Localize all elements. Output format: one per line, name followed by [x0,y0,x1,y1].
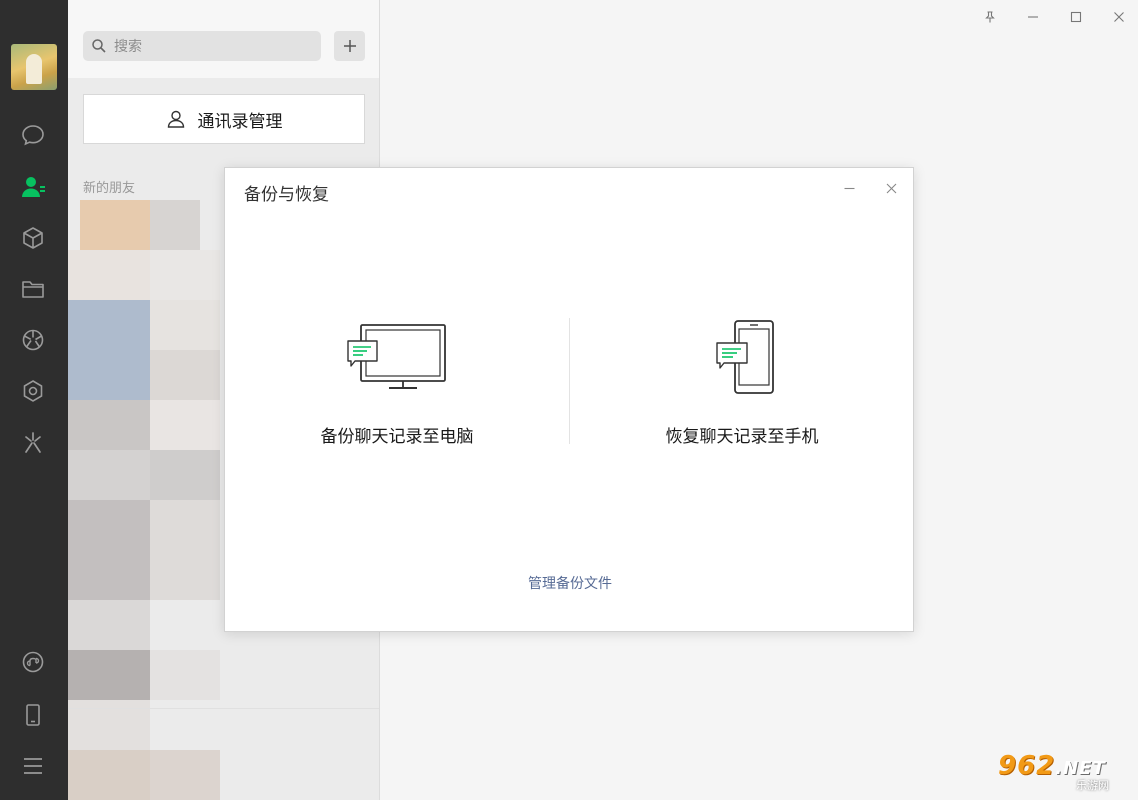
dialog-title: 备份与恢复 [244,185,329,205]
search-discover-icon[interactable] [19,428,47,456]
computer-chat-icon [345,308,449,408]
close-window-button[interactable] [1108,6,1130,28]
chat-icon[interactable] [19,121,47,149]
blurred-avatar [68,750,150,800]
files-icon[interactable] [19,275,47,303]
blurred-region [150,400,220,450]
contacts-manage-label: 通讯录管理 [197,111,283,132]
pin-window-button[interactable] [979,6,1001,28]
watermark-suffix: .NET [1055,757,1106,779]
blurred-region [150,350,220,400]
dialog-minimize-button[interactable] [839,178,859,198]
close-icon [886,183,896,193]
blurred-region [150,450,220,500]
blurred-region [150,500,220,600]
blurred-region [150,750,220,800]
miniprogram-panel-icon[interactable] [19,648,47,676]
watermark-sub: 乐游网 [1076,778,1109,792]
blurred-region [68,400,150,450]
blurred-region [150,650,220,700]
avatar[interactable] [11,44,57,90]
manage-backup-files-link[interactable]: 管理备份文件 [225,573,915,593]
search-icon [92,39,106,53]
pin-icon [985,11,995,23]
restore-to-phone-label: 恢复聊天记录至手机 [665,427,819,447]
watermark-number: 962 [998,750,1056,781]
blurred-region [68,600,150,650]
blurred-region [68,250,150,300]
blurred-region [150,200,200,250]
watermark-logo: 962.NET [998,753,1106,780]
nav-sidebar [0,0,68,800]
blurred-avatar [68,300,150,400]
minimize-icon [1028,16,1038,18]
list-divider [68,708,379,709]
search-placeholder: 搜索 [114,39,142,55]
miniprogram-icon[interactable] [19,377,47,405]
site-watermark: 962.NET 乐游网 [998,752,1130,794]
dialog-close-button[interactable] [881,178,901,198]
favorites-icon[interactable] [19,224,47,252]
menu-icon[interactable] [19,752,47,780]
minimize-window-button[interactable] [1022,6,1044,28]
plus-icon [343,40,356,52]
restore-to-phone-option[interactable]: 恢复聊天记录至手机 [570,308,914,468]
blurred-region [68,450,150,500]
blurred-avatar [80,200,150,250]
blurred-region [68,500,150,600]
blurred-region [150,300,220,350]
phone-icon[interactable] [19,701,47,729]
backup-to-pc-option[interactable]: 备份聊天记录至电脑 [225,308,569,468]
backup-to-pc-label: 备份聊天记录至电脑 [320,427,474,447]
phone-chat-icon [707,308,777,408]
minimize-icon [844,187,854,189]
close-icon [1114,12,1124,22]
person-icon [167,110,184,128]
contacts-manage-button[interactable]: 通讯录管理 [83,94,365,144]
maximize-window-button[interactable] [1065,6,1087,28]
add-button[interactable] [334,31,365,61]
maximize-icon [1070,11,1082,23]
moments-icon[interactable] [19,326,47,354]
contacts-icon[interactable] [19,173,47,201]
section-new-friends: 新的朋友 [83,181,136,196]
search-input[interactable]: 搜索 [83,31,321,61]
blurred-region [150,250,220,300]
backup-restore-dialog: 备份与恢复 备份聊天记录至电脑 恢复聊天记录至手机 管理备份文件 [224,167,914,632]
blurred-region [68,650,150,700]
